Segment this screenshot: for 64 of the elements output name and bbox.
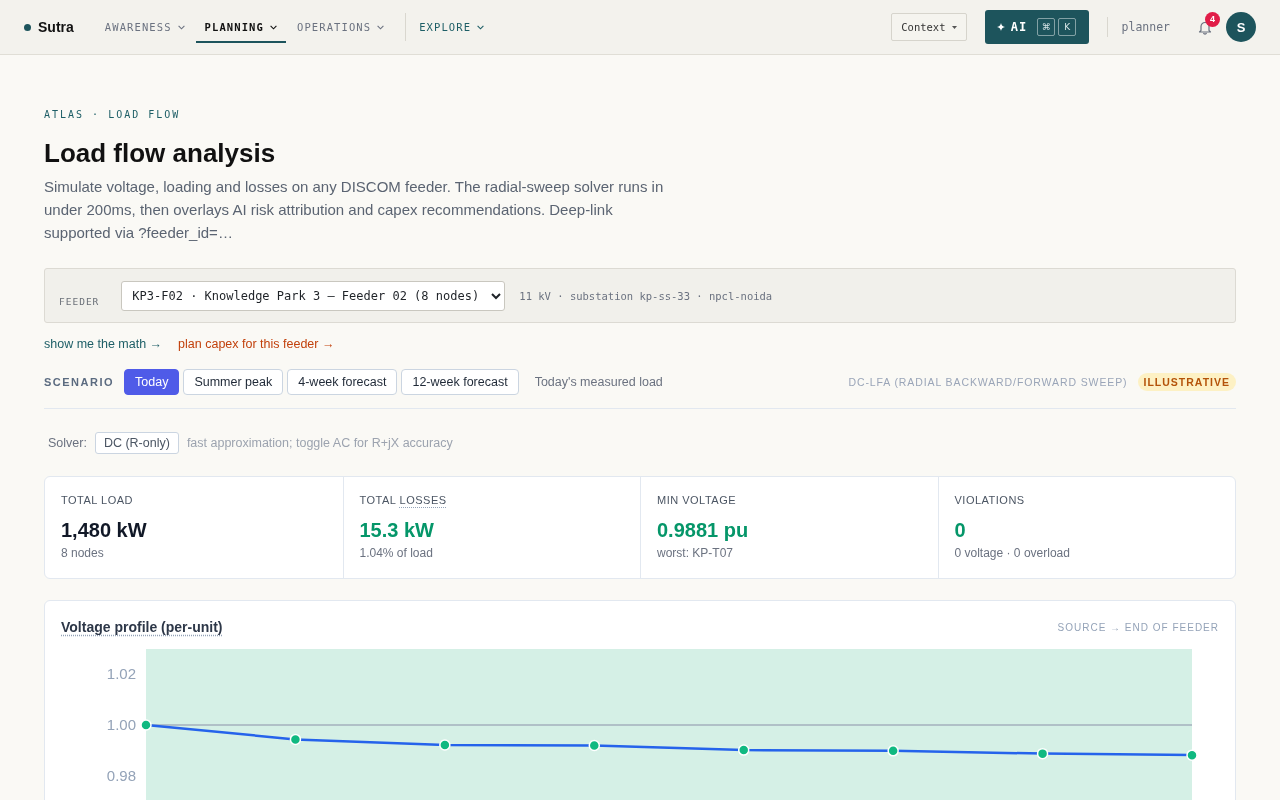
nav-tab[interactable]: EXPLORE: [410, 13, 494, 43]
scenario-option[interactable]: 4-week forecast: [287, 369, 398, 395]
user-avatar[interactable]: S: [1226, 12, 1256, 42]
chart-title: Voltage profile (per-unit): [61, 619, 223, 635]
y-tick-label: 1.00: [106, 716, 136, 733]
data-point: [439, 739, 451, 751]
chevron-down-icon: [377, 24, 385, 30]
shortcut-key: ⌘: [1037, 18, 1056, 36]
notification-count-badge: 4: [1205, 11, 1220, 27]
stat-label: MIN VOLTAGE: [657, 493, 737, 507]
stat-value: 0.9881 pu: [657, 518, 749, 543]
stat-detail: 8 nodes: [61, 545, 104, 561]
data-point: [887, 745, 899, 757]
y-tick-label: 1.02: [106, 665, 136, 683]
sparkle-icon: [996, 23, 1005, 31]
page-title: Load flow analysis: [44, 137, 276, 169]
breadcrumb: ATLAS · LOAD FLOW: [44, 108, 181, 122]
ai-assistant-button[interactable]: AI ⌘ K: [984, 10, 1089, 44]
data-point: [289, 733, 302, 746]
chart-direction-note: SOURCE → END OF FEEDER: [1057, 621, 1219, 633]
stat-value: 15.3 kW: [359, 518, 434, 543]
solver-label: Solver:: [48, 436, 87, 450]
chevron-down-icon: [177, 24, 185, 30]
data-point: [140, 719, 152, 731]
user-role: planner: [1121, 20, 1170, 34]
nav-tab[interactable]: OPERATIONS: [287, 13, 394, 43]
data-point: [588, 739, 601, 752]
stat-label: VIOLATIONS: [954, 493, 1025, 507]
solver-toggle[interactable]: DC (R-only): [94, 432, 179, 454]
page-description: Simulate voltage, loading and losses on any DISCOM feeder. The radial-sweep solver runs in under 200ms, then overlays AI risk attribution and capex recommendations. Deep-link supported via ?feeder_id=…: [44, 177, 665, 243]
feeder-meta: 11 kV · substation kp-ss-33 · npcl-noida: [519, 289, 773, 302]
scenario-option[interactable]: 12-week forecast: [401, 369, 519, 395]
stat-detail: 1.04% of load: [359, 545, 433, 561]
data-point: [1186, 749, 1198, 761]
context-dropdown[interactable]: Context: [891, 13, 967, 41]
data-point: [737, 744, 750, 756]
solver-note: fast approximation; toggle AC for R+jX accuracy: [186, 436, 453, 450]
stat-label: TOTAL LOAD: [61, 493, 134, 507]
nav-tab[interactable]: AWARENESS: [95, 13, 194, 43]
feeder-label: FEEDER: [59, 296, 100, 307]
nav-tab[interactable]: PLANNING: [195, 13, 286, 43]
feeder-select[interactable]: KP3-F02 · Knowledge Park 3 — Feeder 02 (8 nodes): [121, 280, 506, 311]
chevron-down-icon: [477, 24, 485, 30]
scenario-option[interactable]: Summer peak: [183, 369, 284, 395]
stat-value: 0: [954, 518, 966, 543]
solver-method: DC-LFA (RADIAL BACKWARD/FORWARD SWEEP): [848, 376, 1128, 388]
logo-dot-icon: [24, 23, 31, 31]
text-link[interactable]: plan capex for this feeder →: [178, 335, 335, 353]
scenario-label: SCENARIO: [44, 376, 115, 388]
bell-icon: [1198, 19, 1212, 35]
scenario-description: Today's measured load: [534, 375, 663, 389]
text-link[interactable]: show me the math →: [44, 335, 163, 353]
brand-name: Sutra: [38, 19, 74, 35]
stat-detail: 0 voltage · 0 overload: [954, 545, 1070, 561]
stat-detail: worst: KP-T07: [657, 545, 734, 561]
illustrative-badge: ILLUSTRATIVE: [1137, 373, 1236, 391]
shortcut-key: K: [1058, 18, 1077, 36]
stat-label: TOTAL LOSSES: [359, 493, 447, 507]
chevron-down-icon: [269, 24, 277, 30]
stat-value: 1,480 kW: [61, 518, 147, 543]
scenario-option[interactable]: Today: [124, 369, 180, 395]
caret-down-icon: [951, 25, 957, 29]
y-tick-label: 0.98: [106, 766, 136, 784]
data-point: [1036, 747, 1049, 760]
